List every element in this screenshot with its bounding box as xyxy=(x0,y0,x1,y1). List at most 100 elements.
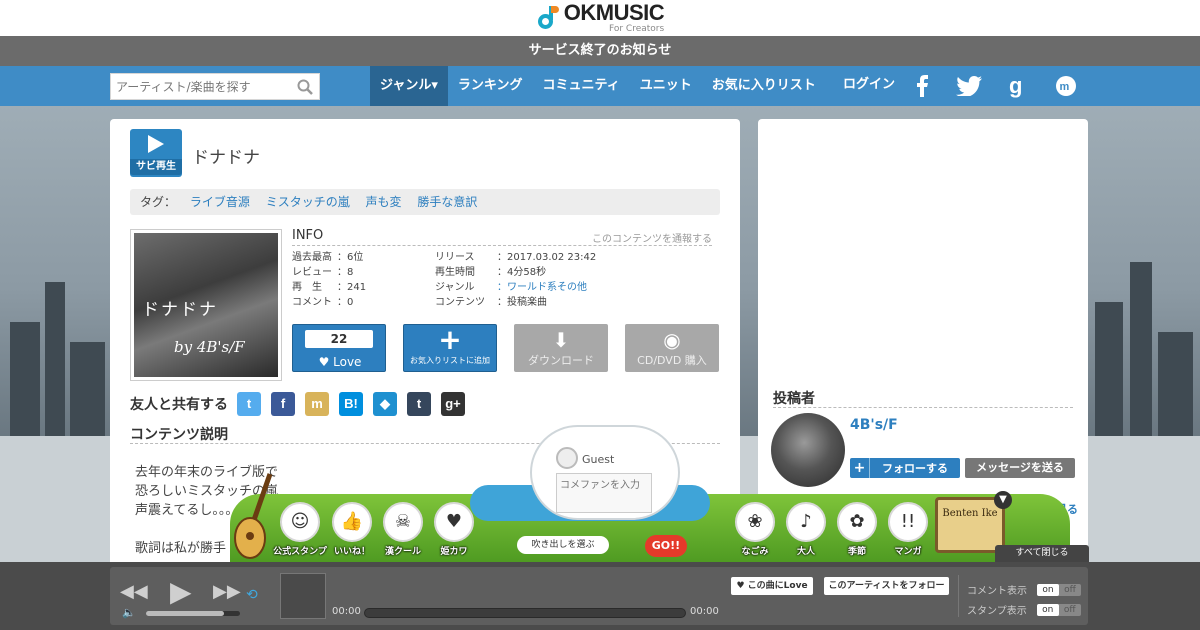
cool-stamp-icon[interactable]: ☠ xyxy=(383,502,423,542)
tag-bar: タグ： ライブ音源 ミスタッチの嵐 声も変 勝手な意訳 xyxy=(130,189,720,215)
add-favorite-button[interactable]: + お気入りリストに追加 xyxy=(403,324,497,372)
song-jacket[interactable]: ドナドナ by 4B's/F xyxy=(130,229,282,381)
mixi-icon[interactable]: m xyxy=(1055,66,1077,106)
love-button[interactable]: 22 ♥ Love xyxy=(292,324,386,372)
sabi-play-label: サビ再生 xyxy=(130,159,182,175)
chevron-down-icon[interactable]: ▼ xyxy=(994,491,1012,509)
cd-purchase-button[interactable]: ◉ CD/DVD 購入 xyxy=(625,324,719,372)
like-stamp-icon[interactable]: 👍 xyxy=(332,502,372,542)
lute-icon xyxy=(232,470,282,560)
disc-icon: ◉ xyxy=(663,328,681,352)
twitter-icon[interactable] xyxy=(956,66,982,106)
logo-name: OKMUSIC xyxy=(563,0,665,25)
stamp-label: なごみ xyxy=(741,547,769,557)
manga-stamp-icon[interactable]: !! xyxy=(888,502,928,542)
download-label: ダウンロード xyxy=(528,354,594,367)
info-value: ：8 xyxy=(337,267,354,278)
facebook-share-icon[interactable]: f xyxy=(271,392,295,416)
google-icon[interactable]: g xyxy=(1008,66,1026,106)
nav-favorites[interactable]: お気に入りリスト xyxy=(702,66,826,106)
comment-toggle[interactable]: on off xyxy=(1037,583,1081,596)
toggle-off: off xyxy=(1064,584,1076,595)
benten-ike-sign: Benten Ike xyxy=(935,497,1005,553)
volume-icon[interactable]: 🔈 xyxy=(122,606,136,619)
plus-icon: + xyxy=(438,323,462,356)
info-value: ：投稿楽曲 xyxy=(497,297,547,308)
tag-link[interactable]: ミスタッチの嵐 xyxy=(266,195,350,209)
info-row: コメント ：0 コンテンツ ：投稿楽曲 xyxy=(292,295,647,310)
stamp-label: 季節 xyxy=(847,547,866,557)
previous-icon[interactable]: ◀◀ xyxy=(120,581,148,602)
tag-link[interactable]: 声も変 xyxy=(366,195,402,209)
info-value: ：241 xyxy=(337,282,367,293)
player-love-button[interactable]: ♥ この曲にLove xyxy=(731,577,813,595)
search-input[interactable] xyxy=(111,74,291,99)
search-icon[interactable] xyxy=(297,79,313,95)
player-controls: ◀◀ ▶ ▶▶ ⟲ 🔈 00:00 00:00 ♥ この曲にLove このアーテ… xyxy=(110,567,1088,625)
info-value: ：0 xyxy=(337,297,354,308)
hatena-share-icon[interactable]: B! xyxy=(339,392,363,416)
next-icon[interactable]: ▶▶ xyxy=(213,581,241,602)
nav-ranking[interactable]: ランキング xyxy=(448,66,533,106)
stamp-panel: Guest ☺ 公式スタンプ 👍 いいね！ ☠ 漢クール ♥ 姫カワ 吹き出しを… xyxy=(230,425,1070,562)
googleplus-share-icon[interactable]: g+ xyxy=(441,392,465,416)
info-grid: 過去最高 ：6位 リリース ：2017.03.02 23:42 レビュー ：8 … xyxy=(292,250,647,310)
info-value: ：6位 xyxy=(337,252,364,263)
mixi-share-icon[interactable]: m xyxy=(305,392,329,416)
repeat-icon[interactable]: ⟲ xyxy=(246,587,258,603)
volume-slider[interactable] xyxy=(146,611,240,616)
music-note-icon xyxy=(536,5,560,31)
service-end-notice[interactable]: サービス終了のお知らせ xyxy=(0,36,1200,66)
seek-bar[interactable] xyxy=(364,608,686,618)
sabi-play-button[interactable]: サビ再生 xyxy=(130,129,182,177)
facebook-icon[interactable] xyxy=(914,66,930,106)
tag-label: タグ： xyxy=(140,195,177,209)
jacket-artwork: ドナドナ by 4B's/F xyxy=(134,233,278,377)
player-follow-button[interactable]: このアーティストをフォロー xyxy=(824,577,949,595)
official-stamp-icon[interactable]: ☺ xyxy=(280,502,320,542)
adult-stamp-icon[interactable]: ♪ xyxy=(786,502,826,542)
cd-purchase-label: CD/DVD 購入 xyxy=(637,354,707,367)
info-key: リリース xyxy=(435,252,475,263)
download-icon: ⬇ xyxy=(552,328,570,352)
nav-community[interactable]: コミュニティ xyxy=(533,66,630,106)
nav-menu: ジャンル▾ ランキング コミュニティ ユニット お気に入りリスト xyxy=(370,66,826,106)
go-button[interactable]: GO!! xyxy=(645,535,687,557)
nav-unit[interactable]: ユニット xyxy=(630,66,702,106)
season-stamp-icon[interactable]: ✿ xyxy=(837,502,877,542)
volume-fill xyxy=(146,611,225,616)
genre-link[interactable]: ：ワールド系その他 xyxy=(497,280,647,295)
relax-stamp-icon[interactable]: ❀ xyxy=(735,502,775,542)
tag-link[interactable]: 勝手な意訳 xyxy=(417,195,477,209)
okmusic-logo[interactable]: OKMUSIC For Creators xyxy=(536,0,665,34)
svg-text:g: g xyxy=(1009,74,1022,98)
tag-link[interactable]: ライブ音源 xyxy=(190,195,250,209)
select-bubble-button[interactable]: 吹き出しを選ぶ xyxy=(517,536,609,554)
twitter-share-icon[interactable]: t xyxy=(237,392,261,416)
stamp-toggle[interactable]: on off xyxy=(1036,603,1081,616)
info-key: レビュー xyxy=(292,267,332,278)
guest-name: Guest xyxy=(582,453,615,466)
stamp-toggle-label: スタンプ表示 xyxy=(967,606,1027,617)
cute-stamp-icon[interactable]: ♥ xyxy=(434,502,474,542)
info-row: 過去最高 ：6位 リリース ：2017.03.02 23:42 xyxy=(292,250,647,265)
close-all-button[interactable]: すべて閉じる xyxy=(995,545,1089,562)
comment-input[interactable] xyxy=(556,473,652,513)
evernote-share-icon[interactable]: ◆ xyxy=(373,392,397,416)
info-value: ：4分58秒 xyxy=(497,267,547,278)
download-button[interactable]: ⬇ ダウンロード xyxy=(514,324,608,372)
stamp-label: マンガ xyxy=(894,547,922,557)
guest-avatar-icon xyxy=(556,447,578,469)
love-label: ♥ Love xyxy=(318,355,362,369)
report-link[interactable]: このコンテンツを通報する xyxy=(592,230,712,245)
tumblr-share-icon[interactable]: t xyxy=(407,392,431,416)
stamp-toggle-row: スタンプ表示 on off xyxy=(967,602,1081,617)
comment-toggle-row: コメント表示 on off xyxy=(967,582,1081,597)
login-link[interactable]: ログイン xyxy=(843,66,895,104)
nav-genre[interactable]: ジャンル▾ xyxy=(370,66,448,106)
play-icon[interactable]: ▶ xyxy=(170,575,192,608)
stamp-label: 漢クール xyxy=(384,547,421,557)
toggle-on: on xyxy=(1037,583,1059,596)
song-title: ドナドナ xyxy=(192,148,260,168)
info-heading: INFO xyxy=(292,228,324,243)
